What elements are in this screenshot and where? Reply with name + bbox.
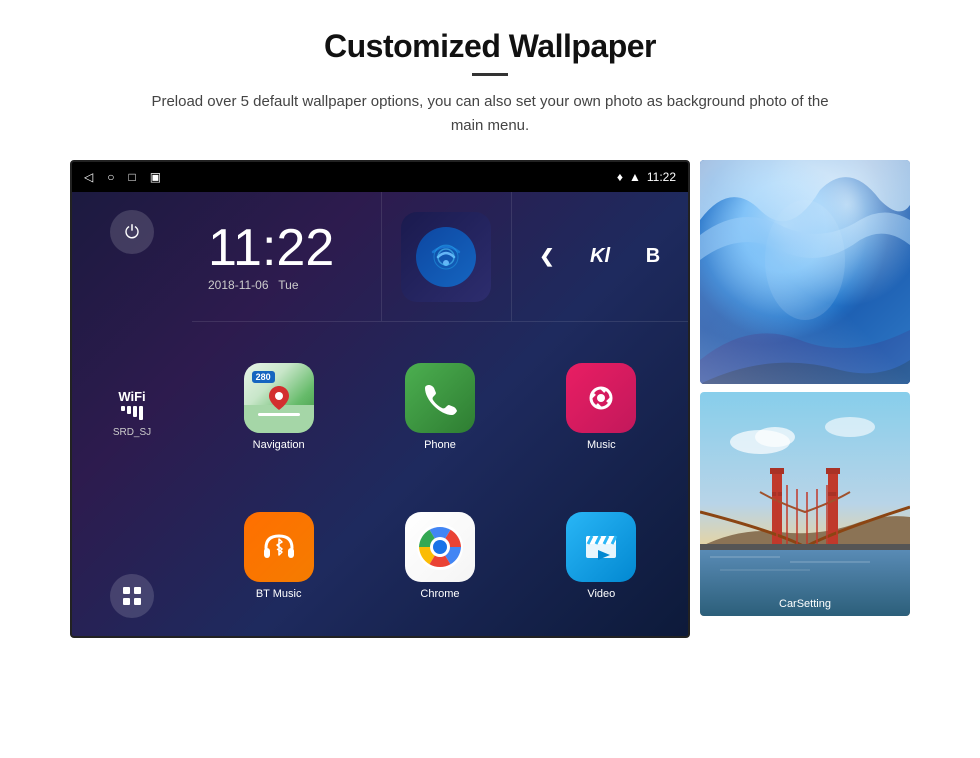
status-bar-left: ◁ ○ □ ▣ [84, 170, 161, 184]
media-label-k: Kl [590, 245, 610, 268]
clock-section: 11:22 2018-11-06 Tue [192, 192, 382, 321]
clock-date: 2018-11-06 Tue [208, 278, 365, 292]
screen-content: ⏻ WiFi SRD_SJ [72, 192, 688, 636]
blue-ice-background [700, 160, 910, 384]
chrome-logo-icon [417, 524, 463, 570]
bridge-svg [700, 392, 910, 616]
wallpaper-bridge[interactable]: CarSetting [700, 392, 910, 616]
wifi-ssid: SRD_SJ [113, 427, 151, 438]
app-grid: 280 Navigation [192, 322, 688, 636]
bt-music-icon [260, 528, 298, 566]
status-bar: ◁ ○ □ ▣ ♦ ▲ 11:22 [72, 162, 688, 192]
video-app-icon [566, 512, 636, 582]
wifi-bar-1 [121, 406, 125, 411]
ice-overlay [700, 160, 910, 384]
navigation-label: Navigation [253, 439, 305, 451]
video-label: Video [587, 588, 615, 600]
left-sidebar: ⏻ WiFi SRD_SJ [72, 192, 192, 636]
navigation-app-icon: 280 [244, 363, 314, 433]
media-prev-icon[interactable]: ❮ [539, 246, 554, 267]
media-section: ❮ Kl B [512, 192, 689, 321]
phone-app-icon [405, 363, 475, 433]
media-label-b: B [646, 245, 660, 268]
status-time: 11:22 [647, 170, 676, 184]
signal-icon: ▲ [629, 170, 641, 184]
wifi-bar-3 [133, 406, 137, 417]
status-bar-right: ♦ ▲ 11:22 [617, 170, 676, 184]
carsetting-label: CarSetting [700, 598, 910, 610]
bt-music-app-icon [244, 512, 314, 582]
main-area: ◁ ○ □ ▣ ♦ ▲ 11:22 ⏻ WiFi [70, 160, 910, 638]
wifi-signal-icon [428, 239, 464, 275]
bt-music-label: BT Music [256, 588, 302, 600]
wifi-widget-inner [416, 227, 476, 287]
recent-icon[interactable]: □ [128, 170, 135, 184]
wifi-widget[interactable] [401, 212, 491, 302]
power-button[interactable]: ⏻ [110, 210, 154, 254]
wifi-bar-4 [139, 406, 143, 420]
wifi-info: WiFi SRD_SJ [113, 389, 151, 440]
clock-time: 11:22 [208, 222, 365, 274]
widget-section [382, 192, 512, 321]
location-icon: ♦ [617, 170, 623, 184]
grid-icon [121, 585, 143, 607]
list-item[interactable]: Chrome [359, 479, 520, 628]
title-divider [472, 73, 508, 76]
wallpaper-blue-ice[interactable] [700, 160, 910, 384]
wallpaper-panel: CarSetting [700, 160, 910, 616]
chrome-app-icon [405, 512, 475, 582]
phone-label: Phone [424, 439, 456, 451]
list-item[interactable]: BT Music [198, 479, 359, 628]
top-row: 11:22 2018-11-06 Tue [192, 192, 688, 322]
music-app-icon [566, 363, 636, 433]
android-screen: ◁ ○ □ ▣ ♦ ▲ 11:22 ⏻ WiFi [70, 160, 690, 638]
music-note-icon [583, 380, 619, 416]
page-container: Customized Wallpaper Preload over 5 defa… [0, 0, 980, 758]
home-icon[interactable]: ○ [107, 170, 114, 184]
video-clapboard-icon [582, 528, 620, 566]
main-content: 11:22 2018-11-06 Tue [192, 192, 688, 636]
chrome-label: Chrome [420, 588, 459, 600]
list-item[interactable]: Video [521, 479, 682, 628]
wifi-label: WiFi [113, 389, 151, 404]
wifi-bar-2 [127, 406, 131, 414]
back-icon[interactable]: ◁ [84, 170, 93, 184]
page-title: Customized Wallpaper [324, 28, 656, 65]
music-label: Music [587, 439, 616, 451]
page-description: Preload over 5 default wallpaper options… [150, 90, 830, 138]
list-item[interactable]: 280 Navigation [198, 330, 359, 479]
phone-icon [422, 380, 458, 416]
wifi-bars [113, 406, 151, 420]
apps-grid-button[interactable] [110, 574, 154, 618]
screenshot-icon[interactable]: ▣ [150, 170, 161, 184]
list-item[interactable]: Music [521, 330, 682, 479]
list-item[interactable]: Phone [359, 330, 520, 479]
map-pin-icon [269, 386, 289, 410]
